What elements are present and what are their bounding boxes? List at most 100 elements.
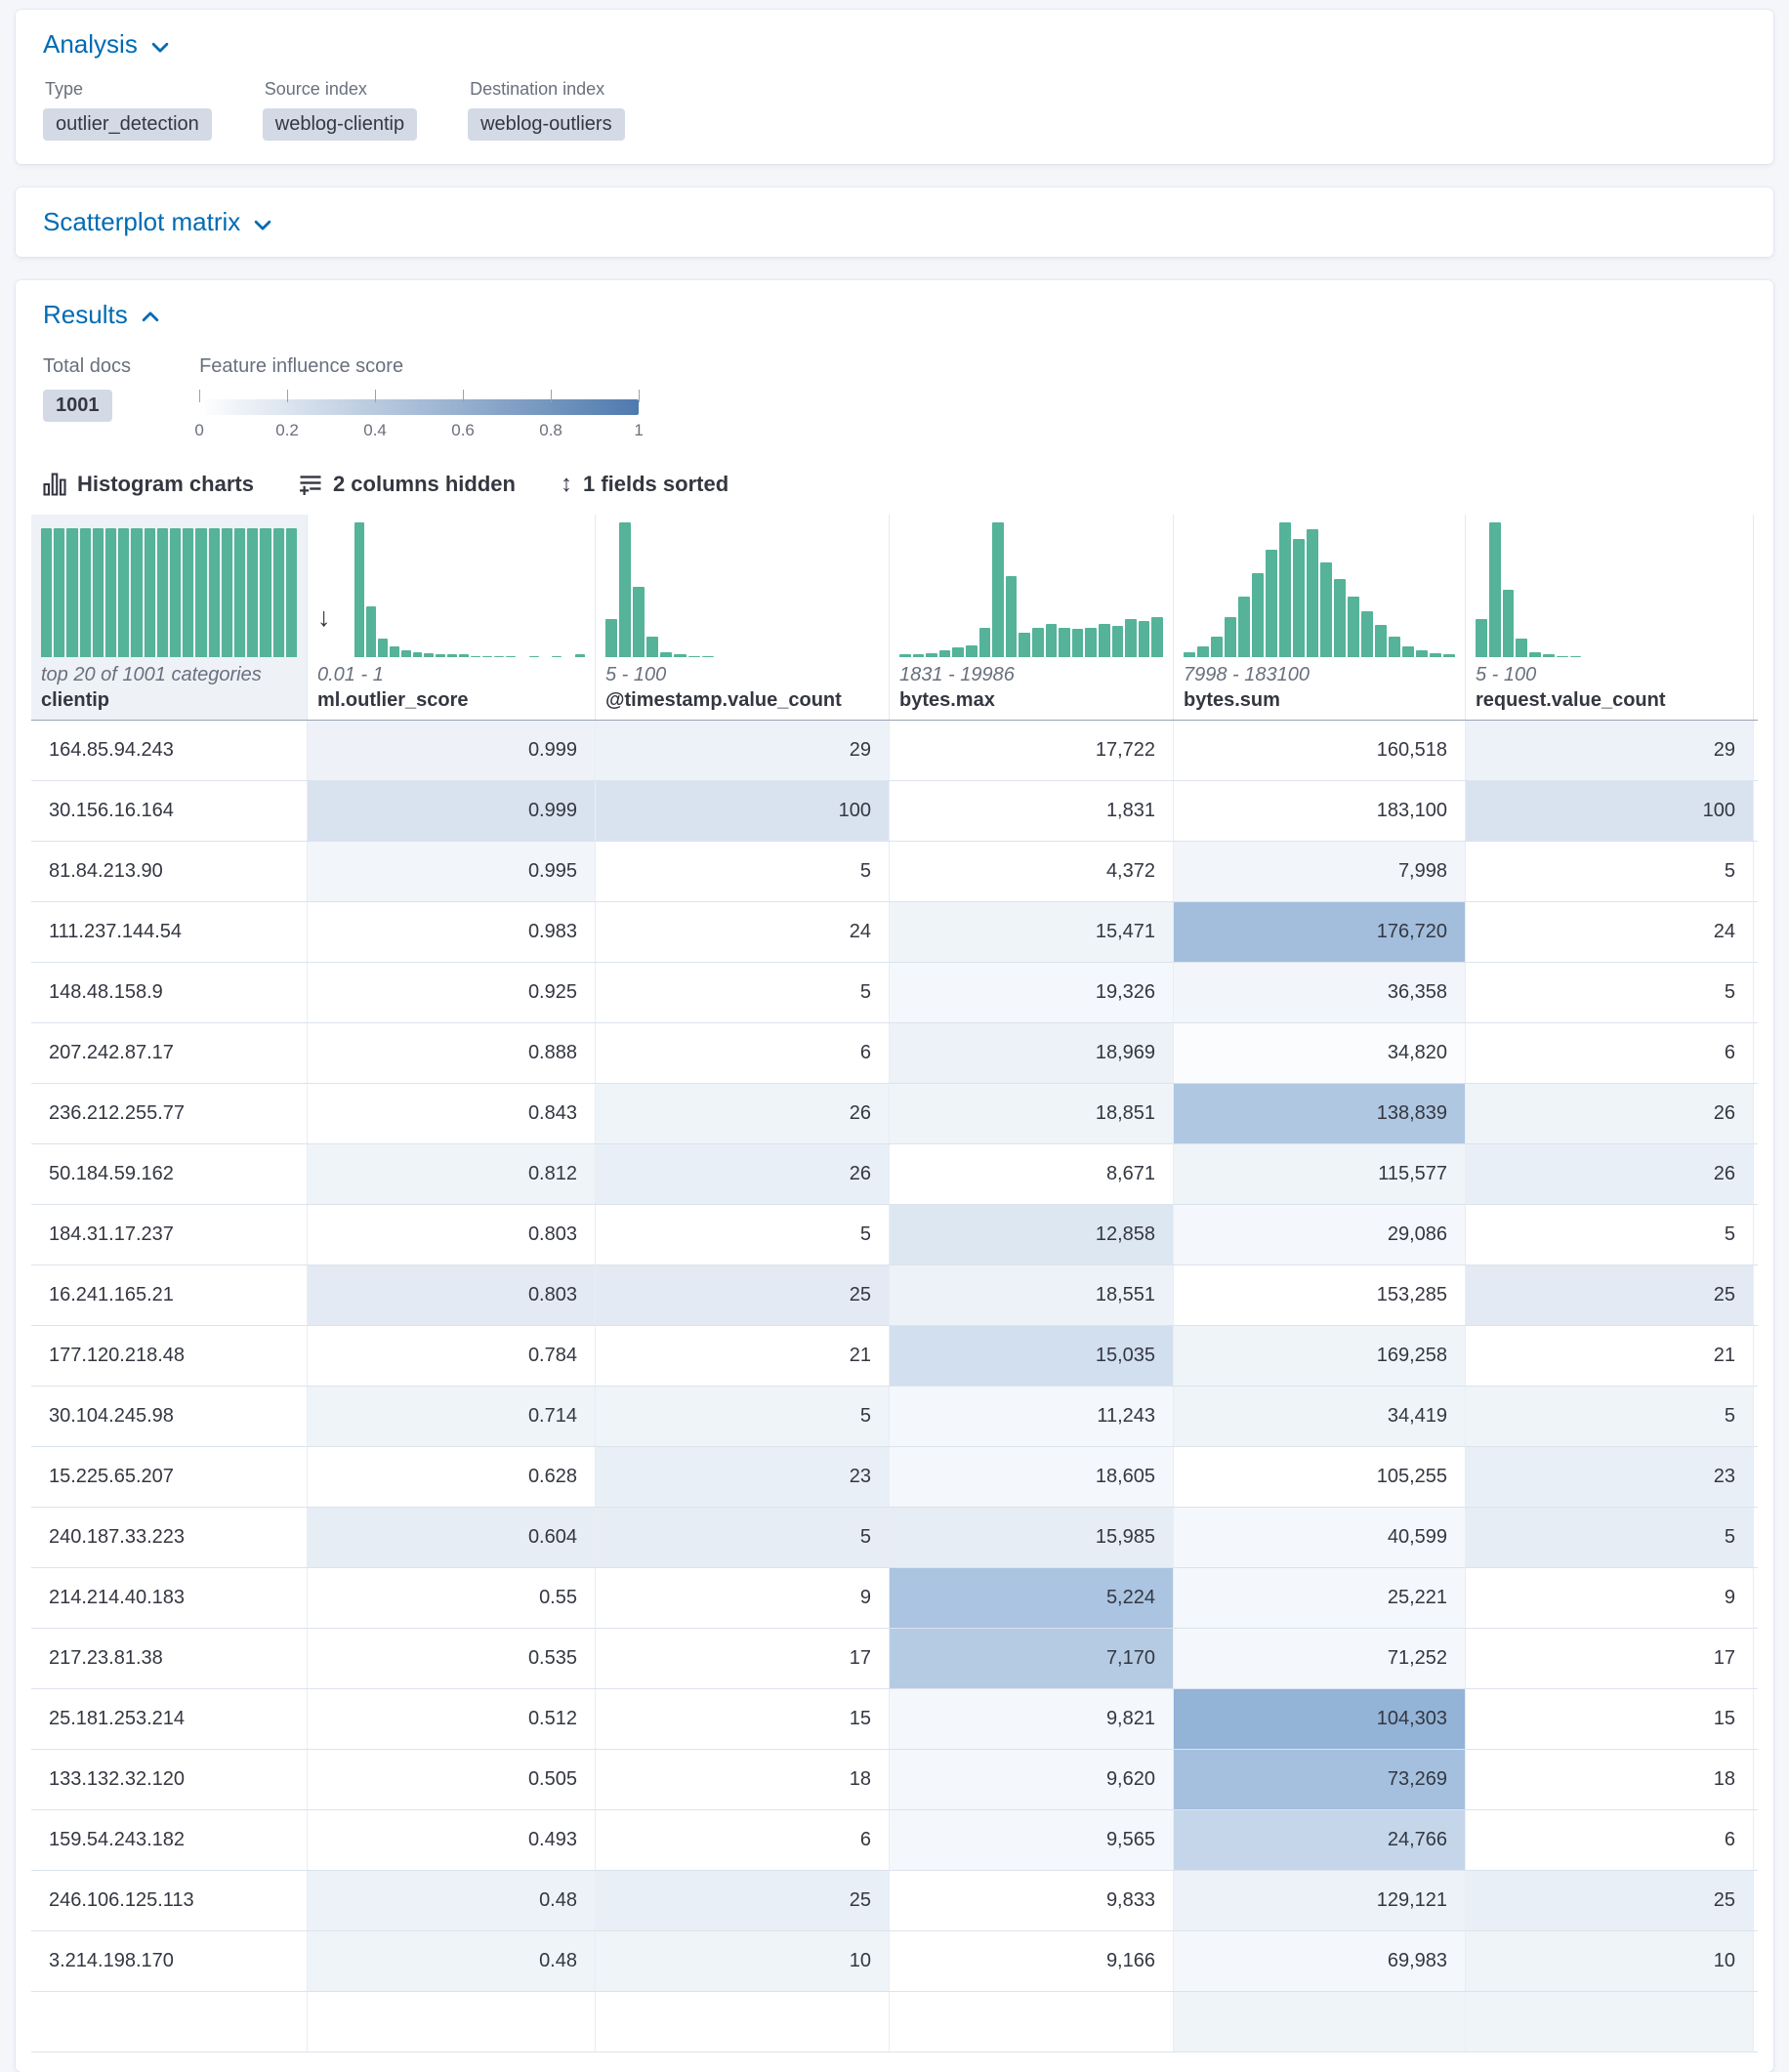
grid-cell[interactable]: 7,170 <box>890 1629 1174 1688</box>
grid-cell[interactable]: 7,998 <box>1174 842 1466 901</box>
grid-cell[interactable]: 29,086 <box>1174 1205 1466 1264</box>
grid-cell[interactable]: 25 <box>1466 1265 1754 1325</box>
analysis-accordion-toggle[interactable]: Analysis <box>43 29 171 60</box>
grid-cell[interactable]: 17 <box>596 1629 890 1688</box>
grid-cell[interactable]: 18,851 <box>890 1084 1174 1143</box>
grid-cell[interactable]: 71,252 <box>1174 1629 1466 1688</box>
grid-cell[interactable]: 0.888 <box>308 1023 596 1083</box>
grid-cell[interactable]: 21 <box>1466 1326 1754 1386</box>
grid-cell[interactable]: 15 <box>596 1689 890 1749</box>
grid-cell[interactable]: 5 <box>596 1508 890 1567</box>
grid-cell[interactable]: 11,243 <box>890 1387 1174 1446</box>
grid-cell[interactable] <box>596 1992 890 2051</box>
grid-cell[interactable]: 73,269 <box>1174 1750 1466 1809</box>
grid-cell[interactable]: 0.48 <box>308 1931 596 1991</box>
grid-cell[interactable] <box>1174 1992 1466 2051</box>
grid-cell[interactable] <box>308 1992 596 2051</box>
grid-cell[interactable]: 26 <box>596 1144 890 1204</box>
grid-cell[interactable]: 105,255 <box>1174 1447 1466 1507</box>
grid-cell[interactable]: 36,358 <box>1174 963 1466 1022</box>
grid-cell[interactable]: 26 <box>596 1084 890 1143</box>
grid-cell[interactable]: 148.48.158.9 <box>31 963 308 1022</box>
grid-cell[interactable]: 0.995 <box>308 842 596 901</box>
grid-cell[interactable]: 24 <box>1466 902 1754 962</box>
grid-cell[interactable]: 240.187.33.223 <box>31 1508 308 1567</box>
grid-cell[interactable]: 160,518 <box>1174 721 1466 780</box>
grid-cell[interactable]: 26 <box>1466 1144 1754 1204</box>
grid-cell[interactable]: 18,969 <box>890 1023 1174 1083</box>
grid-cell[interactable]: 25.181.253.214 <box>31 1689 308 1749</box>
grid-cell[interactable]: 15,471 <box>890 902 1174 962</box>
grid-cell[interactable]: 5 <box>1466 963 1754 1022</box>
grid-cell[interactable]: 6 <box>596 1023 890 1083</box>
grid-cell[interactable]: 115,577 <box>1174 1144 1466 1204</box>
grid-cell[interactable]: 207.242.87.17 <box>31 1023 308 1083</box>
grid-cell[interactable]: 9 <box>1466 1568 1754 1628</box>
grid-cell[interactable]: 0.843 <box>308 1084 596 1143</box>
columns-hidden-button[interactable]: 2 columns hidden <box>299 472 516 497</box>
grid-cell[interactable]: 24 <box>596 902 890 962</box>
grid-cell[interactable]: 0.512 <box>308 1689 596 1749</box>
grid-cell[interactable]: 138,839 <box>1174 1084 1466 1143</box>
grid-cell[interactable]: 0.803 <box>308 1205 596 1264</box>
grid-cell[interactable]: 100 <box>596 781 890 841</box>
grid-cell[interactable]: 5 <box>596 842 890 901</box>
grid-cell[interactable]: 40,599 <box>1174 1508 1466 1567</box>
grid-cell[interactable]: 18 <box>596 1750 890 1809</box>
grid-cell[interactable]: 176,720 <box>1174 902 1466 962</box>
grid-cell[interactable]: 10 <box>596 1931 890 1991</box>
grid-cell[interactable]: 5 <box>1466 842 1754 901</box>
grid-cell[interactable]: 246.106.125.113 <box>31 1871 308 1930</box>
scatterplot-accordion-toggle[interactable]: Scatterplot matrix <box>43 207 273 237</box>
grid-cell[interactable]: 18,605 <box>890 1447 1174 1507</box>
grid-cell[interactable]: 19,326 <box>890 963 1174 1022</box>
grid-cell[interactable]: 15,985 <box>890 1508 1174 1567</box>
grid-cell[interactable]: 0.505 <box>308 1750 596 1809</box>
grid-cell[interactable]: 0.803 <box>308 1265 596 1325</box>
grid-cell[interactable]: 30.104.245.98 <box>31 1387 308 1446</box>
grid-cell[interactable]: 18,551 <box>890 1265 1174 1325</box>
grid-cell[interactable]: 169,258 <box>1174 1326 1466 1386</box>
grid-cell[interactable]: 214.214.40.183 <box>31 1568 308 1628</box>
grid-cell[interactable]: 0.983 <box>308 902 596 962</box>
grid-cell[interactable]: 10 <box>1466 1931 1754 1991</box>
grid-cell[interactable]: 23 <box>1466 1447 1754 1507</box>
column-header[interactable]: 5 - 100@timestamp.value_count <box>596 515 890 720</box>
grid-cell[interactable]: 100 <box>1466 781 1754 841</box>
grid-cell[interactable]: 0.48 <box>308 1871 596 1930</box>
grid-cell[interactable]: 4,372 <box>890 842 1174 901</box>
grid-cell[interactable]: 0.535 <box>308 1629 596 1688</box>
grid-cell[interactable]: 34,820 <box>1174 1023 1466 1083</box>
grid-cell[interactable]: 3.214.198.170 <box>31 1931 308 1991</box>
grid-cell[interactable]: 25,221 <box>1174 1568 1466 1628</box>
grid-cell[interactable]: 0.999 <box>308 721 596 780</box>
column-header[interactable]: 1831 - 19986bytes.max <box>890 515 1174 720</box>
grid-cell[interactable]: 0.628 <box>308 1447 596 1507</box>
grid-cell[interactable]: 8,671 <box>890 1144 1174 1204</box>
grid-cell[interactable]: 236.212.255.77 <box>31 1084 308 1143</box>
grid-cell[interactable]: 24,766 <box>1174 1810 1466 1870</box>
grid-cell[interactable]: 5 <box>1466 1387 1754 1446</box>
grid-cell[interactable]: 5 <box>596 1205 890 1264</box>
grid-cell[interactable]: 0.812 <box>308 1144 596 1204</box>
grid-cell[interactable]: 111.237.144.54 <box>31 902 308 962</box>
grid-cell[interactable]: 184.31.17.237 <box>31 1205 308 1264</box>
grid-cell[interactable] <box>890 1992 1174 2051</box>
grid-cell[interactable]: 6 <box>596 1810 890 1870</box>
grid-cell[interactable]: 153,285 <box>1174 1265 1466 1325</box>
grid-cell[interactable]: 18 <box>1466 1750 1754 1809</box>
column-header[interactable]: top 20 of 1001 categoriesclientip <box>31 515 308 720</box>
grid-cell[interactable]: 69,983 <box>1174 1931 1466 1991</box>
grid-cell[interactable]: 29 <box>596 721 890 780</box>
grid-cell[interactable]: 50.184.59.162 <box>31 1144 308 1204</box>
grid-cell[interactable]: 0.925 <box>308 963 596 1022</box>
grid-cell[interactable] <box>1466 1992 1754 2051</box>
grid-cell[interactable]: 15 <box>1466 1689 1754 1749</box>
grid-cell[interactable]: 0.714 <box>308 1387 596 1446</box>
grid-cell[interactable]: 183,100 <box>1174 781 1466 841</box>
grid-cell[interactable]: 6 <box>1466 1810 1754 1870</box>
grid-cell[interactable]: 25 <box>596 1871 890 1930</box>
grid-cell[interactable]: 17 <box>1466 1629 1754 1688</box>
grid-cell[interactable]: 5 <box>1466 1508 1754 1567</box>
grid-cell[interactable]: 133.132.32.120 <box>31 1750 308 1809</box>
